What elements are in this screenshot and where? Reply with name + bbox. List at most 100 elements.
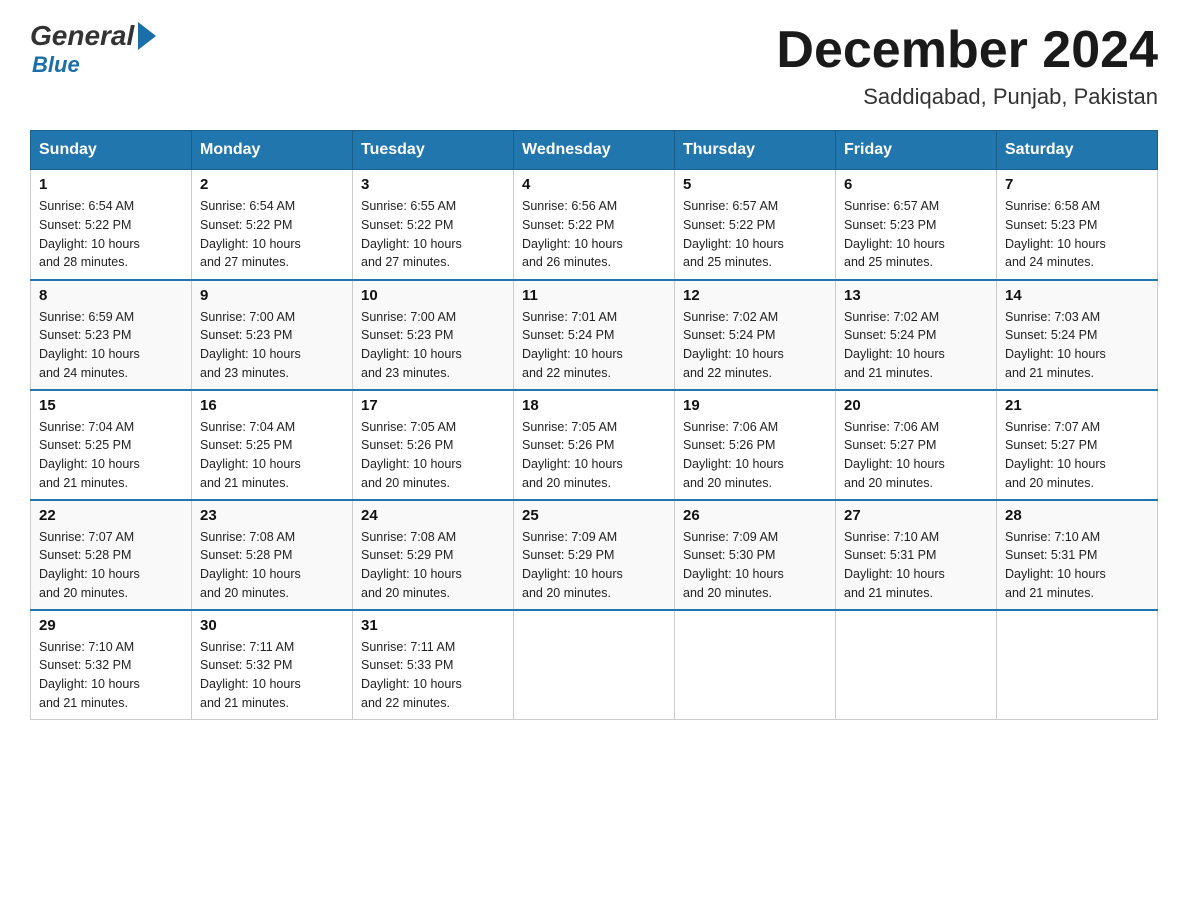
day-info: Sunrise: 6:58 AM Sunset: 5:23 PM Dayligh… [1005,197,1149,272]
day-info: Sunrise: 7:04 AM Sunset: 5:25 PM Dayligh… [200,418,344,493]
day-info: Sunrise: 7:05 AM Sunset: 5:26 PM Dayligh… [361,418,505,493]
calendar-cell: 5 Sunrise: 6:57 AM Sunset: 5:22 PM Dayli… [675,170,836,280]
month-title: December 2024 [776,20,1158,80]
calendar-cell: 30 Sunrise: 7:11 AM Sunset: 5:32 PM Dayl… [192,610,353,720]
day-info: Sunrise: 7:07 AM Sunset: 5:27 PM Dayligh… [1005,418,1149,493]
day-info: Sunrise: 7:05 AM Sunset: 5:26 PM Dayligh… [522,418,666,493]
calendar-cell: 19 Sunrise: 7:06 AM Sunset: 5:26 PM Dayl… [675,390,836,500]
day-info: Sunrise: 7:04 AM Sunset: 5:25 PM Dayligh… [39,418,183,493]
header-friday: Friday [836,131,997,170]
calendar-cell: 29 Sunrise: 7:10 AM Sunset: 5:32 PM Dayl… [31,610,192,720]
calendar-cell: 2 Sunrise: 6:54 AM Sunset: 5:22 PM Dayli… [192,170,353,280]
day-number: 8 [39,287,183,304]
header-sunday: Sunday [31,131,192,170]
calendar-cell: 3 Sunrise: 6:55 AM Sunset: 5:22 PM Dayli… [353,170,514,280]
calendar-cell [675,610,836,720]
calendar-cell: 25 Sunrise: 7:09 AM Sunset: 5:29 PM Dayl… [514,500,675,610]
day-number: 13 [844,287,988,304]
header-wednesday: Wednesday [514,131,675,170]
day-number: 25 [522,507,666,524]
day-number: 12 [683,287,827,304]
calendar-cell: 28 Sunrise: 7:10 AM Sunset: 5:31 PM Dayl… [997,500,1158,610]
calendar-cell: 13 Sunrise: 7:02 AM Sunset: 5:24 PM Dayl… [836,280,997,390]
day-info: Sunrise: 7:06 AM Sunset: 5:26 PM Dayligh… [683,418,827,493]
day-number: 30 [200,617,344,634]
calendar-cell: 21 Sunrise: 7:07 AM Sunset: 5:27 PM Dayl… [997,390,1158,500]
calendar-cell: 20 Sunrise: 7:06 AM Sunset: 5:27 PM Dayl… [836,390,997,500]
calendar-cell: 18 Sunrise: 7:05 AM Sunset: 5:26 PM Dayl… [514,390,675,500]
day-number: 10 [361,287,505,304]
day-info: Sunrise: 6:57 AM Sunset: 5:22 PM Dayligh… [683,197,827,272]
day-info: Sunrise: 7:08 AM Sunset: 5:28 PM Dayligh… [200,528,344,603]
day-info: Sunrise: 7:10 AM Sunset: 5:31 PM Dayligh… [844,528,988,603]
calendar-header-row: Sunday Monday Tuesday Wednesday Thursday… [31,131,1158,170]
day-info: Sunrise: 7:11 AM Sunset: 5:32 PM Dayligh… [200,638,344,713]
calendar-cell: 16 Sunrise: 7:04 AM Sunset: 5:25 PM Dayl… [192,390,353,500]
day-number: 16 [200,397,344,414]
day-info: Sunrise: 7:10 AM Sunset: 5:32 PM Dayligh… [39,638,183,713]
calendar-cell: 22 Sunrise: 7:07 AM Sunset: 5:28 PM Dayl… [31,500,192,610]
day-number: 23 [200,507,344,524]
calendar-cell [997,610,1158,720]
calendar-cell [836,610,997,720]
day-info: Sunrise: 7:07 AM Sunset: 5:28 PM Dayligh… [39,528,183,603]
day-number: 6 [844,176,988,193]
day-info: Sunrise: 6:57 AM Sunset: 5:23 PM Dayligh… [844,197,988,272]
day-info: Sunrise: 7:10 AM Sunset: 5:31 PM Dayligh… [1005,528,1149,603]
header-monday: Monday [192,131,353,170]
location-subtitle: Saddiqabad, Punjab, Pakistan [776,84,1158,110]
day-number: 24 [361,507,505,524]
calendar-cell: 10 Sunrise: 7:00 AM Sunset: 5:23 PM Dayl… [353,280,514,390]
day-info: Sunrise: 6:54 AM Sunset: 5:22 PM Dayligh… [39,197,183,272]
calendar-week-row: 1 Sunrise: 6:54 AM Sunset: 5:22 PM Dayli… [31,170,1158,280]
calendar-week-row: 22 Sunrise: 7:07 AM Sunset: 5:28 PM Dayl… [31,500,1158,610]
day-number: 29 [39,617,183,634]
day-info: Sunrise: 7:02 AM Sunset: 5:24 PM Dayligh… [844,308,988,383]
day-info: Sunrise: 6:59 AM Sunset: 5:23 PM Dayligh… [39,308,183,383]
calendar-cell: 15 Sunrise: 7:04 AM Sunset: 5:25 PM Dayl… [31,390,192,500]
calendar-cell: 6 Sunrise: 6:57 AM Sunset: 5:23 PM Dayli… [836,170,997,280]
day-number: 19 [683,397,827,414]
day-number: 11 [522,287,666,304]
calendar-cell: 27 Sunrise: 7:10 AM Sunset: 5:31 PM Dayl… [836,500,997,610]
day-info: Sunrise: 7:08 AM Sunset: 5:29 PM Dayligh… [361,528,505,603]
day-info: Sunrise: 7:02 AM Sunset: 5:24 PM Dayligh… [683,308,827,383]
calendar-cell: 24 Sunrise: 7:08 AM Sunset: 5:29 PM Dayl… [353,500,514,610]
calendar-cell: 12 Sunrise: 7:02 AM Sunset: 5:24 PM Dayl… [675,280,836,390]
day-number: 21 [1005,397,1149,414]
day-number: 27 [844,507,988,524]
calendar-cell: 14 Sunrise: 7:03 AM Sunset: 5:24 PM Dayl… [997,280,1158,390]
page-header: General Blue December 2024 Saddiqabad, P… [30,20,1158,110]
day-info: Sunrise: 7:03 AM Sunset: 5:24 PM Dayligh… [1005,308,1149,383]
day-number: 14 [1005,287,1149,304]
calendar-cell [514,610,675,720]
header-tuesday: Tuesday [353,131,514,170]
calendar-cell: 9 Sunrise: 7:00 AM Sunset: 5:23 PM Dayli… [192,280,353,390]
day-info: Sunrise: 7:09 AM Sunset: 5:29 PM Dayligh… [522,528,666,603]
calendar-cell: 31 Sunrise: 7:11 AM Sunset: 5:33 PM Dayl… [353,610,514,720]
day-info: Sunrise: 6:54 AM Sunset: 5:22 PM Dayligh… [200,197,344,272]
title-section: December 2024 Saddiqabad, Punjab, Pakist… [776,20,1158,110]
day-number: 5 [683,176,827,193]
day-number: 3 [361,176,505,193]
day-info: Sunrise: 7:09 AM Sunset: 5:30 PM Dayligh… [683,528,827,603]
calendar-cell: 1 Sunrise: 6:54 AM Sunset: 5:22 PM Dayli… [31,170,192,280]
calendar-cell: 8 Sunrise: 6:59 AM Sunset: 5:23 PM Dayli… [31,280,192,390]
logo-general-text: General [30,20,134,52]
calendar-week-row: 29 Sunrise: 7:10 AM Sunset: 5:32 PM Dayl… [31,610,1158,720]
calendar-table: Sunday Monday Tuesday Wednesday Thursday… [30,130,1158,720]
calendar-cell: 26 Sunrise: 7:09 AM Sunset: 5:30 PM Dayl… [675,500,836,610]
calendar-cell: 17 Sunrise: 7:05 AM Sunset: 5:26 PM Dayl… [353,390,514,500]
logo: General Blue [30,20,156,78]
day-number: 1 [39,176,183,193]
calendar-cell: 11 Sunrise: 7:01 AM Sunset: 5:24 PM Dayl… [514,280,675,390]
header-thursday: Thursday [675,131,836,170]
day-number: 2 [200,176,344,193]
day-number: 9 [200,287,344,304]
day-info: Sunrise: 7:00 AM Sunset: 5:23 PM Dayligh… [200,308,344,383]
day-number: 18 [522,397,666,414]
header-saturday: Saturday [997,131,1158,170]
day-number: 31 [361,617,505,634]
day-number: 20 [844,397,988,414]
day-info: Sunrise: 7:11 AM Sunset: 5:33 PM Dayligh… [361,638,505,713]
